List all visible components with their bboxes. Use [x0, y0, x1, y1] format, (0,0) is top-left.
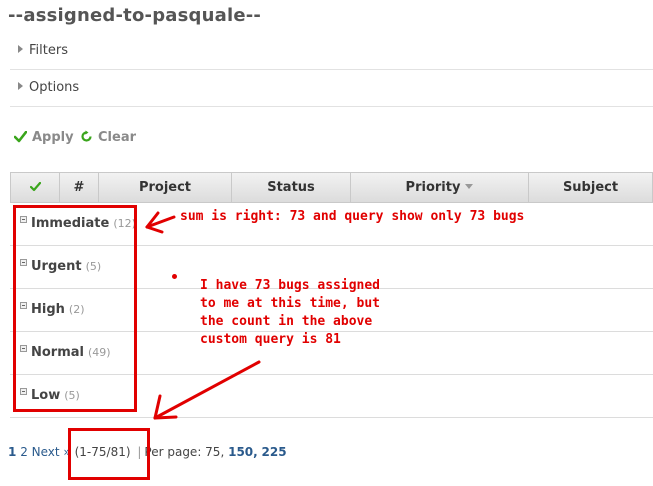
arrow-to-count	[153, 360, 261, 420]
arrow-to-groups	[145, 211, 176, 234]
annotation-arrows	[145, 211, 261, 420]
